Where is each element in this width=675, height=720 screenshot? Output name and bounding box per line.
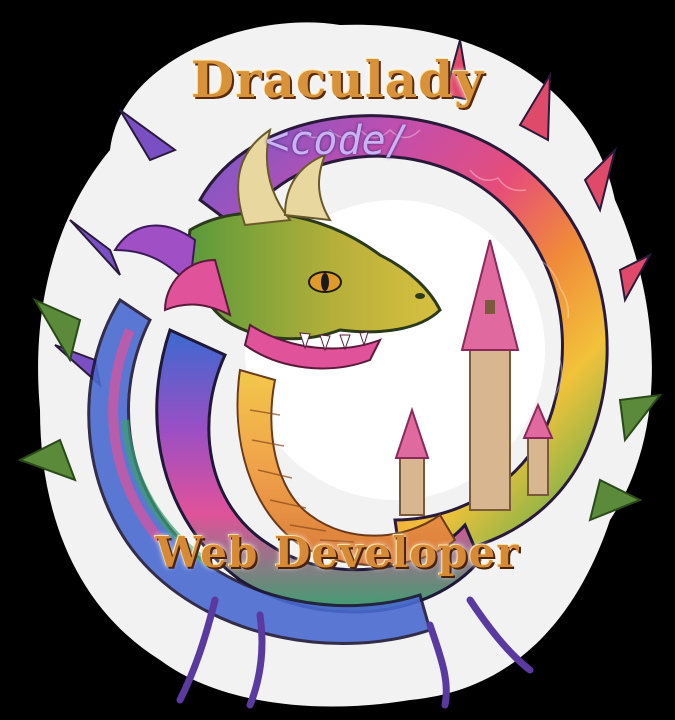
logo-badge: Draculady <code/ Web Developer xyxy=(0,0,675,720)
code-tag: <code/ xyxy=(265,118,410,164)
brand-subtitle: Web Developer xyxy=(155,528,520,577)
brand-title: Draculady xyxy=(190,50,485,109)
